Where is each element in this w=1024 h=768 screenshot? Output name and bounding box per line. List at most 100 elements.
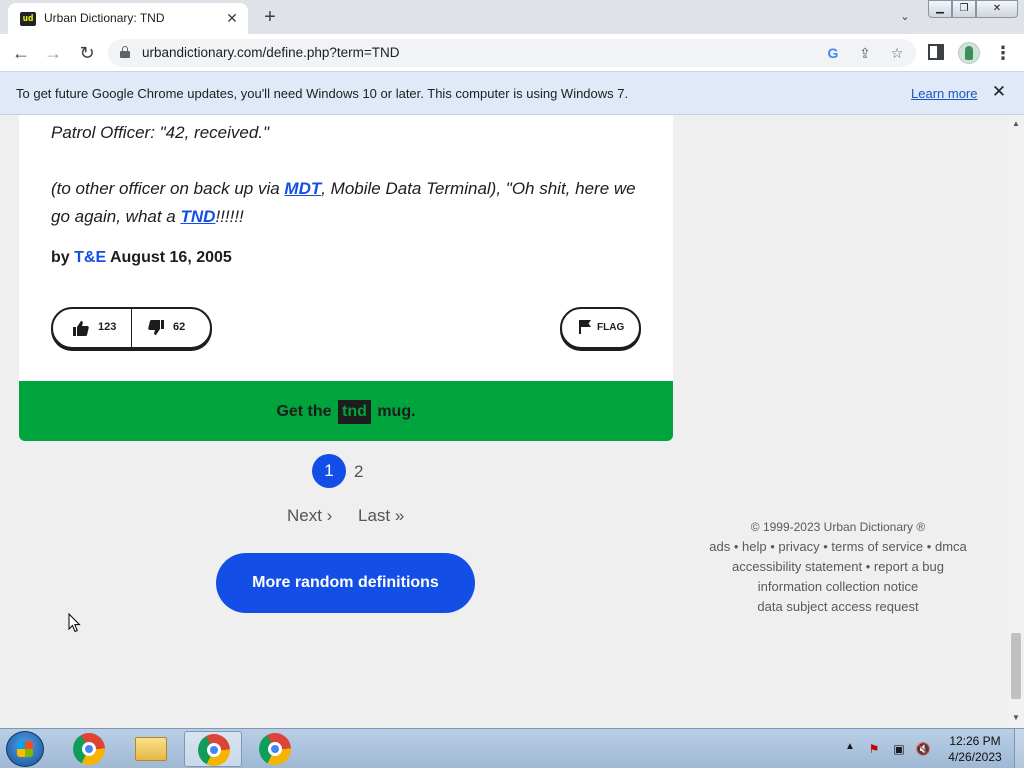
taskbar-chrome-button[interactable] xyxy=(60,731,118,767)
footer-separator: • xyxy=(926,539,932,554)
forward-arrow-icon[interactable]: → xyxy=(40,40,66,66)
taskbar-clock[interactable]: 12:26 PM 4/26/2023 xyxy=(940,733,1010,765)
start-button[interactable] xyxy=(6,731,44,767)
footer-link-data-access[interactable]: data subject access request xyxy=(680,597,996,617)
bookmark-star-icon[interactable]: ☆ xyxy=(888,44,906,62)
pagination-page-2[interactable]: 2 xyxy=(354,462,363,482)
mug-suffix: mug. xyxy=(372,403,416,420)
footer-separator: • xyxy=(823,539,828,554)
window-minimize-button[interactable]: ▁ xyxy=(928,0,952,18)
window-close-button[interactable]: ✕ xyxy=(976,0,1018,18)
next-page-link[interactable]: Next › xyxy=(287,506,332,526)
footer-links-row: ads • help • privacy • terms of service … xyxy=(680,537,996,557)
page-content: Patrol Officer: "42, received." (to othe… xyxy=(0,115,1008,728)
taskbar-explorer-button[interactable] xyxy=(122,731,180,767)
chrome-icon xyxy=(259,733,291,765)
downvote-button[interactable]: 62 xyxy=(132,309,212,347)
definition-card: Patrol Officer: "42, received." (to othe… xyxy=(19,115,673,381)
tab-search-chevron-icon[interactable]: ⌄ xyxy=(896,9,914,25)
tnd-link[interactable]: TND xyxy=(180,207,215,226)
browser-toolbar: ← → ↻ urbandictionary.com/define.php?ter… xyxy=(0,34,1024,71)
footer-link-report-bug[interactable]: report a bug xyxy=(874,559,944,574)
example-text: (to other officer on back up via xyxy=(51,179,285,198)
kebab-menu-icon[interactable]: ⋮ xyxy=(994,42,1012,64)
url-text[interactable]: urbandictionary.com/define.php?term=TND xyxy=(142,45,400,60)
byline: by T&E August 16, 2005 xyxy=(51,249,232,267)
by-label: by xyxy=(51,249,75,266)
footer-link-ads[interactable]: ads xyxy=(709,539,730,554)
footer-separator: • xyxy=(865,559,871,574)
chrome-icon xyxy=(198,734,230,766)
scroll-down-arrow-icon[interactable]: ▼ xyxy=(1008,713,1024,725)
tab-title: Urban Dictionary: TND xyxy=(44,11,165,25)
new-tab-icon[interactable]: + xyxy=(258,5,282,29)
flag-icon xyxy=(579,320,591,334)
lock-icon[interactable] xyxy=(120,46,130,58)
example-text: !!!!!! xyxy=(215,207,244,226)
footer-separator: • xyxy=(770,539,775,554)
pagination-current-page[interactable]: 1 xyxy=(312,454,346,488)
mug-word: tnd xyxy=(338,400,371,424)
upvote-count: 123 xyxy=(98,321,117,333)
update-infobar: To get future Google Chrome updates, you… xyxy=(0,71,1024,115)
downvote-count: 62 xyxy=(173,321,186,333)
clock-time: 12:26 PM xyxy=(949,734,1001,748)
thumbs-down-icon xyxy=(148,320,164,335)
taskbar-chrome-active-button[interactable] xyxy=(184,731,242,767)
footer-link-dmca[interactable]: dmca xyxy=(935,539,967,554)
chrome-icon xyxy=(73,733,105,765)
learn-more-link[interactable]: Learn more xyxy=(911,86,977,101)
definition-example-line: (to other officer on back up via MDT, Mo… xyxy=(51,175,641,231)
tab-close-icon[interactable]: ✕ xyxy=(224,10,240,26)
taskbar-chrome-button[interactable] xyxy=(246,731,304,767)
folder-icon xyxy=(135,737,167,761)
definition-example-line: Patrol Officer: "42, received." xyxy=(51,123,270,142)
definition-date: August 16, 2005 xyxy=(106,249,232,266)
footer-link-help[interactable]: help xyxy=(742,539,767,554)
windows-taskbar: ▲ ⚑ ▣ 🔇 12:26 PM 4/26/2023 xyxy=(0,728,1024,768)
mdt-link[interactable]: MDT xyxy=(284,179,321,198)
tray-expand-icon[interactable]: ▲ xyxy=(845,741,855,752)
last-page-link[interactable]: Last » xyxy=(358,506,404,526)
footer-link-terms[interactable]: terms of service xyxy=(831,539,923,554)
footer-separator: • xyxy=(733,539,739,554)
window-restore-button[interactable]: ❐ xyxy=(952,0,976,18)
address-bar[interactable]: urbandictionary.com/define.php?term=TND … xyxy=(108,39,916,67)
volume-muted-icon[interactable]: 🔇 xyxy=(915,741,931,757)
footer: © 1999-2023 Urban Dictionary ® ads • hel… xyxy=(680,517,996,617)
scroll-up-arrow-icon[interactable]: ▲ xyxy=(1008,119,1024,131)
footer-link-accessibility[interactable]: accessibility statement xyxy=(732,559,862,574)
thumbs-up-icon xyxy=(73,321,89,336)
browser-tab[interactable]: ud Urban Dictionary: TND ✕ xyxy=(8,3,248,34)
share-icon[interactable]: ⇪ xyxy=(856,44,874,62)
mug-prefix: Get the xyxy=(276,403,336,420)
clock-date: 4/26/2023 xyxy=(948,750,1002,764)
author-link[interactable]: T&E xyxy=(74,249,106,266)
copyright: © 1999-2023 Urban Dictionary ® xyxy=(750,520,926,534)
infobar-close-icon[interactable]: ✕ xyxy=(990,83,1008,101)
profile-avatar[interactable] xyxy=(958,42,980,64)
show-desktop-button[interactable] xyxy=(1014,729,1024,768)
infobar-message: To get future Google Chrome updates, you… xyxy=(16,86,629,101)
scrollbar-thumb[interactable] xyxy=(1011,633,1021,699)
mug-banner-text: Get the tnd mug. xyxy=(19,400,673,424)
more-random-definitions-button[interactable]: More random definitions xyxy=(216,553,475,613)
footer-link-privacy[interactable]: privacy xyxy=(778,539,819,554)
urban-dictionary-favicon-icon: ud xyxy=(20,12,36,26)
side-panel-icon[interactable] xyxy=(928,44,944,60)
upvote-button[interactable]: 123 xyxy=(53,309,131,347)
reload-icon[interactable]: ↻ xyxy=(74,40,100,66)
action-center-flag-icon[interactable]: ⚑ xyxy=(866,741,882,757)
page-scrollbar[interactable]: ▲ ▼ xyxy=(1008,115,1024,728)
google-icon[interactable]: G xyxy=(824,44,842,62)
flag-button[interactable]: FLAG xyxy=(560,307,641,349)
tab-strip: ud Urban Dictionary: TND ✕ + ⌄ ▁ ❐ ✕ xyxy=(0,0,1024,34)
footer-link-info-collection[interactable]: information collection notice xyxy=(680,577,996,597)
network-icon[interactable]: ▣ xyxy=(891,741,907,757)
vote-buttons: 123 62 xyxy=(51,307,212,349)
flag-label: FLAG xyxy=(597,322,625,333)
footer-links-row: accessibility statement • report a bug xyxy=(680,557,996,577)
mug-banner[interactable]: Get the tnd mug. xyxy=(19,381,673,441)
back-arrow-icon[interactable]: ← xyxy=(8,40,34,66)
mouse-cursor-icon xyxy=(68,613,81,633)
